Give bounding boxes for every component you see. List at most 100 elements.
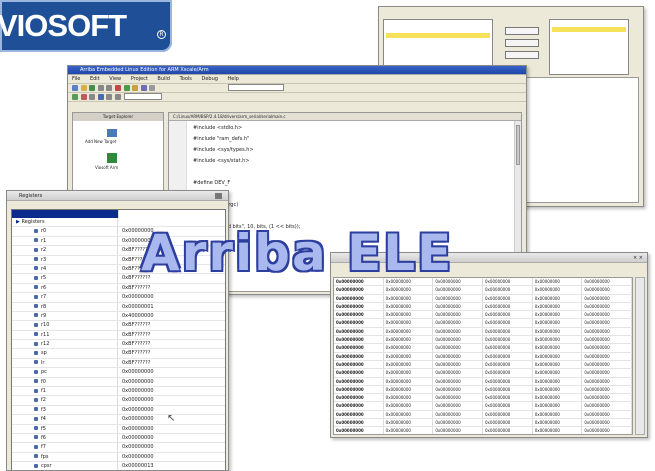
memory-row[interactable]: 0x00000000 0x00000000 0x00000000 0x00000000… (334, 336, 632, 345)
register-row[interactable]: pc 0x00000000 (12, 368, 225, 378)
register-value[interactable]: 0x00000000 (118, 387, 225, 395)
menu-view[interactable]: View (109, 76, 121, 82)
register-value[interactable]: 0xBF?????? (118, 340, 225, 348)
memory-row[interactable]: 0x00000000 0x00000000 0x00000000 0x00000000… (334, 377, 632, 386)
cut-icon[interactable] (97, 85, 104, 91)
target-icon[interactable] (107, 153, 117, 163)
register-value[interactable]: 0xBF?????? (118, 359, 225, 367)
open-icon[interactable] (80, 85, 87, 91)
register-row[interactable]: cpsr 0x00000013 (12, 462, 225, 470)
register-value[interactable]: 0x00000000 (118, 396, 225, 404)
register-value[interactable]: 0x00000000 (118, 293, 225, 301)
memory-icon[interactable] (106, 94, 113, 100)
register-row[interactable]: r11 0xBF?????? (12, 330, 225, 341)
memory-row[interactable]: 0x00000000 0x00000000 0x00000000 0x00000000… (334, 360, 632, 370)
config-combo[interactable] (123, 93, 162, 100)
register-row[interactable]: f1 0x00000000 (12, 387, 225, 397)
memory-row[interactable]: 0x00000000 0x00000000 0x00000000 0x00000000… (334, 369, 632, 378)
menu-debug[interactable]: Debug (202, 76, 218, 82)
register-value[interactable]: 0x00000000 (118, 425, 225, 433)
register-value[interactable]: 0xBF?????? (118, 331, 225, 339)
memory-row[interactable]: 0x00000000 0x00000000 0x00000000 0x00000000… (334, 402, 632, 411)
register-row[interactable]: f5 0x00000000 (12, 424, 225, 434)
memory-row[interactable]: 0x00000000 0x00000000 0x00000000 0x00000000… (334, 327, 632, 337)
memory-row[interactable]: 0x00000000 0x00000000 0x00000000 0x00000000… (334, 385, 632, 395)
new-icon[interactable] (72, 85, 78, 91)
menu-build[interactable]: Build (157, 76, 170, 82)
memory-row[interactable]: 0x00000000 0x00000000 0x00000000 0x00000000… (334, 311, 632, 320)
breakpoint-icon[interactable] (89, 94, 96, 100)
register-row[interactable]: f7 0x00000000 (12, 443, 225, 453)
menu-edit[interactable]: Edit (90, 76, 100, 82)
register-value[interactable]: 0x00000001 (118, 303, 225, 311)
register-row[interactable]: fps 0x00000000 (12, 452, 225, 463)
close-icon[interactable]: × × (633, 255, 643, 261)
watch-icon[interactable] (97, 94, 104, 100)
register-value[interactable]: 0x00000000 (118, 378, 225, 386)
register-value[interactable]: 0x00000000 (118, 368, 225, 376)
register-row[interactable]: f6 0x00000000 (12, 433, 225, 444)
expand-arrow-icon[interactable]: ▶ (16, 219, 20, 225)
run-icon[interactable] (123, 85, 130, 91)
step-over-icon[interactable] (140, 85, 147, 91)
pin-icon[interactable] (215, 193, 222, 199)
memory-row[interactable]: 0x00000000 0x00000000 0x00000000 0x00000000… (334, 294, 632, 303)
register-row[interactable]: lr 0xBF?????? (12, 358, 225, 369)
register-icon (34, 322, 38, 327)
editor-tab[interactable]: C:/Linux/ARM/BSP/2.4.18/drivers/arm_seri… (169, 113, 521, 121)
menu-file[interactable]: File (72, 76, 80, 82)
register-value[interactable]: 0xBF?????? (118, 321, 225, 329)
menu-tools[interactable]: Tools (180, 76, 192, 82)
header-value-col[interactable] (118, 210, 225, 218)
registers-icon[interactable] (114, 94, 121, 100)
memory-row[interactable]: 0x00000000 0x00000000 0x00000000 0x00000000… (334, 344, 632, 353)
menu-help[interactable]: Help (228, 76, 239, 82)
memory-row[interactable]: 0x00000000 0x00000000 0x00000000 0x00000000… (334, 394, 632, 403)
memory-row[interactable]: 0x00000000 0x00000000 0x00000000 0x00000000… (334, 410, 632, 420)
memory-scrollbar[interactable] (635, 277, 645, 435)
target-label[interactable]: Viosoft Arm (95, 165, 118, 170)
search-icon[interactable] (149, 85, 156, 91)
search-combo[interactable] (227, 84, 284, 91)
build-icon[interactable] (72, 94, 78, 100)
copy-icon[interactable] (106, 85, 113, 91)
register-row[interactable]: f3 0x00000000 (12, 405, 225, 416)
add-target-icon[interactable] (107, 129, 117, 137)
register-row[interactable]: r7 0x00000000 (12, 293, 225, 303)
register-row[interactable]: r9 0x40000000 (12, 311, 225, 322)
remove-all-button[interactable] (505, 51, 539, 59)
register-value[interactable]: 0x00000000 (118, 434, 225, 442)
add-button[interactable] (505, 27, 539, 35)
register-row[interactable]: r8 0x00000001 (12, 302, 225, 312)
register-value[interactable]: 0xBF?????? (118, 349, 225, 357)
debug-icon[interactable] (80, 94, 87, 100)
register-value[interactable]: 0x00000013 (118, 462, 225, 470)
register-row[interactable]: f4 0x00000000 (12, 415, 225, 425)
right-listbox[interactable] (549, 19, 629, 75)
memory-row[interactable]: 0x00000000 0x00000000 0x00000000 0x00000000… (334, 302, 632, 312)
register-row[interactable]: r12 0xBF?????? (12, 340, 225, 350)
register-row[interactable]: sp 0xBF?????? (12, 349, 225, 359)
header-name-col[interactable] (12, 210, 118, 218)
add-new-target-label[interactable]: Add New Target (85, 139, 116, 144)
register-row[interactable]: r6 0xBF?????? (12, 283, 225, 294)
register-value[interactable]: 0x00000000 (118, 453, 225, 461)
scrollbar-thumb[interactable] (516, 125, 520, 165)
stop-icon[interactable] (114, 85, 121, 91)
register-value[interactable]: 0x40000000 (118, 312, 225, 320)
remove-button[interactable] (505, 39, 539, 47)
step-icon[interactable] (132, 85, 139, 91)
memory-row[interactable]: 0x00000000 0x00000000 0x00000000 0x00000000… (334, 319, 632, 328)
memory-row[interactable]: 0x00000000 0x00000000 0x00000000 0x00000000… (334, 427, 632, 434)
memory-row[interactable]: 0x00000000 0x00000000 0x00000000 0x00000000… (334, 286, 632, 295)
menu-project[interactable]: Project (131, 76, 148, 82)
register-value[interactable]: 0x00000000 (118, 443, 225, 451)
register-row[interactable]: f2 0x00000000 (12, 396, 225, 406)
register-row[interactable]: f0 0x00000000 (12, 377, 225, 388)
save-icon[interactable] (89, 85, 96, 91)
register-icon (34, 463, 38, 468)
register-value[interactable]: 0xBF?????? (118, 284, 225, 292)
register-row[interactable]: r10 0xBF?????? (12, 321, 225, 331)
memory-row[interactable]: 0x00000000 0x00000000 0x00000000 0x00000000… (334, 352, 632, 361)
memory-row[interactable]: 0x00000000 0x00000000 0x00000000 0x00000000… (334, 419, 632, 428)
